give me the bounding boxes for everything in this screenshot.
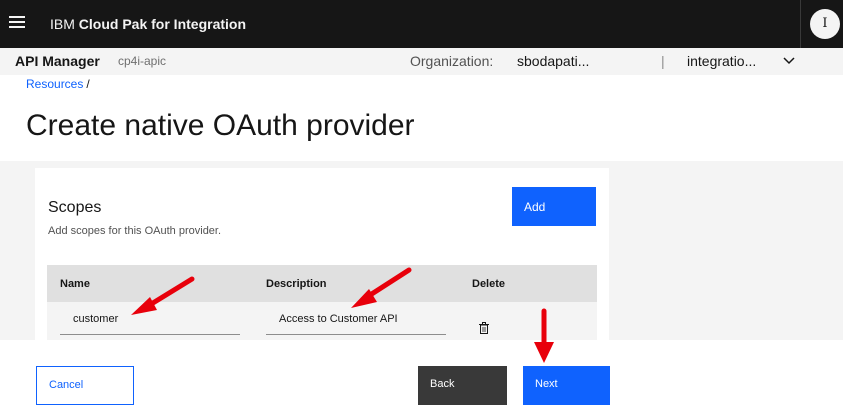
breadcrumb: Resources / <box>26 77 90 91</box>
scopes-table-header: Name Description Delete <box>47 265 597 302</box>
subbar-separator: | <box>661 53 665 69</box>
column-header-name: Name <box>60 278 90 290</box>
scope-description-input[interactable]: Access to Customer API <box>266 302 446 335</box>
menu-icon[interactable] <box>9 16 25 30</box>
organization-label: Organization: <box>410 53 494 69</box>
breadcrumb-resources-link[interactable]: Resources <box>26 77 83 91</box>
topbar-divider <box>800 0 801 48</box>
chevron-down-icon[interactable] <box>782 54 796 68</box>
product-title: IBM Cloud Pak for Integration <box>50 16 247 32</box>
column-header-description: Description <box>266 278 327 290</box>
scopes-description: Add scopes for this OAuth provider. <box>48 225 222 237</box>
page-header: Resources / Create native OAuth provider <box>0 75 843 161</box>
column-header-delete: Delete <box>472 278 506 290</box>
organization-value[interactable]: sbodapati... <box>517 53 589 69</box>
add-scope-button[interactable]: Add <box>512 187 596 226</box>
next-button[interactable]: Next <box>523 366 610 405</box>
top-nav-bar: IBM Cloud Pak for Integration I <box>0 0 843 48</box>
app-title: API Manager <box>15 53 100 69</box>
breadcrumb-separator: / <box>86 77 90 91</box>
scopes-title: Scopes <box>48 199 102 216</box>
catalog-selector[interactable]: integratio... <box>687 53 756 69</box>
page-title: Create native OAuth provider <box>26 109 415 142</box>
instance-tag: cp4i-apic <box>118 54 167 68</box>
user-avatar[interactable]: I <box>810 9 840 39</box>
action-footer: Cancel Back Next <box>0 340 843 408</box>
scopes-panel: Scopes Add scopes for this OAuth provide… <box>35 168 609 340</box>
table-row: customer Access to Customer API <box>47 302 597 340</box>
trash-icon[interactable] <box>479 322 489 334</box>
api-manager-bar: API Manager cp4i-apic Organization: sbod… <box>0 48 843 75</box>
back-button[interactable]: Back <box>418 366 507 405</box>
scope-name-input[interactable]: customer <box>60 302 240 335</box>
cancel-button[interactable]: Cancel <box>36 366 134 405</box>
